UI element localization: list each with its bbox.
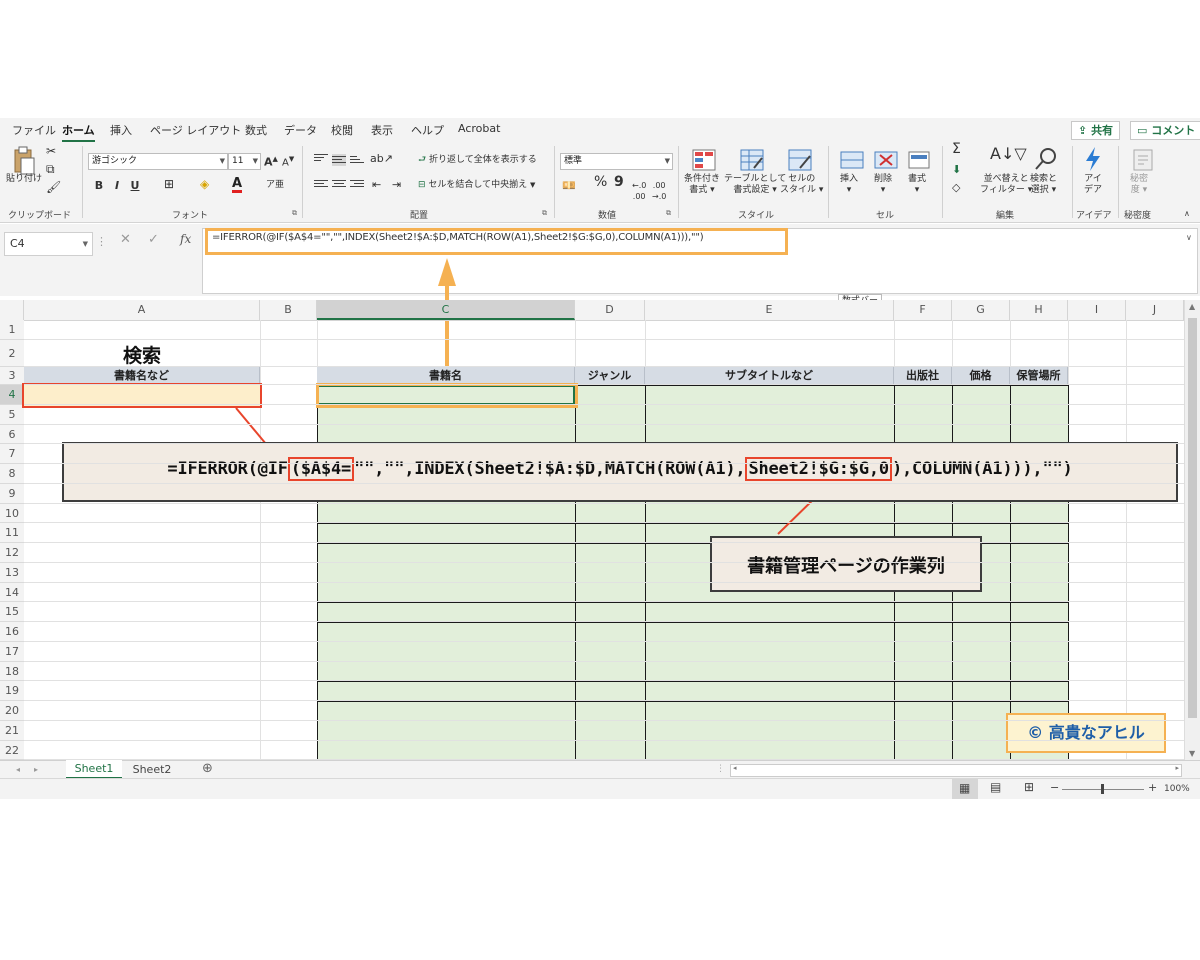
grid-line bbox=[24, 719, 1184, 721]
chevron-down-icon[interactable]: ▼ bbox=[1189, 749, 1195, 758]
grid-line bbox=[24, 581, 1184, 583]
grid-line bbox=[24, 339, 1184, 340]
zoom-slider-thumb[interactable] bbox=[1101, 784, 1104, 794]
grid-line bbox=[24, 621, 1184, 622]
note-text: 書籍管理ページの作業列 bbox=[747, 556, 945, 577]
horizontal-scrollbar[interactable]: ◂ ▸ bbox=[730, 764, 1182, 777]
scrollbar-thumb[interactable] bbox=[1188, 318, 1197, 718]
vertical-scrollbar[interactable]: ▲ ▼ bbox=[1184, 300, 1200, 760]
grid-line bbox=[24, 366, 1184, 367]
split-handle-icon[interactable]: ⋮ bbox=[716, 764, 725, 775]
grid-line bbox=[24, 463, 1184, 464]
grid-icon: ▦ bbox=[959, 781, 971, 795]
normal-view-button[interactable]: ▦ bbox=[952, 779, 978, 799]
status-bar: ▦ ▤ ⊞ − + 100% bbox=[0, 778, 1200, 799]
zoom-level[interactable]: 100% bbox=[1164, 784, 1190, 795]
zoom-in-icon[interactable]: + bbox=[1148, 782, 1157, 793]
grid-line bbox=[24, 640, 1184, 642]
grid-line bbox=[24, 759, 1184, 761]
zoom-out-icon[interactable]: − bbox=[1050, 782, 1059, 793]
grid-line bbox=[24, 561, 1184, 563]
grid-line bbox=[24, 384, 1184, 385]
page-layout-view-icon[interactable]: ▤ bbox=[990, 781, 1001, 793]
grid-line bbox=[24, 660, 1184, 662]
callout-a4-part: ($A$4= bbox=[287, 457, 355, 481]
grid-line bbox=[24, 542, 1184, 543]
grid-line bbox=[24, 482, 1184, 484]
sheet-tab-sheet2[interactable]: Sheet2 bbox=[126, 762, 178, 778]
grid-line bbox=[24, 502, 1184, 504]
add-sheet-icon[interactable]: ⊕ bbox=[202, 761, 213, 776]
chevron-right-icon[interactable]: ▸ bbox=[1175, 764, 1179, 772]
note-callout: 書籍管理ページの作業列 bbox=[710, 536, 982, 592]
callout-formula-text: =IFERROR(@IF ($A$4= "","",INDEX(Sheet2!$A:… bbox=[167, 457, 1073, 481]
grid-line bbox=[24, 443, 1184, 445]
grid-line bbox=[24, 601, 1184, 603]
prev-sheet-icon[interactable]: ◂ bbox=[16, 764, 20, 775]
grid-line bbox=[24, 522, 1184, 524]
grid-line bbox=[24, 403, 1184, 405]
sheet-tab-sheet1[interactable]: Sheet1 bbox=[66, 760, 122, 779]
page-break-view-icon[interactable]: ⊞ bbox=[1024, 781, 1034, 793]
chevron-left-icon[interactable]: ◂ bbox=[733, 764, 737, 772]
callout-sheet2-part: Sheet2!$G:$G,0 bbox=[745, 457, 892, 481]
sheet-tab-bar: ◂ ▸ Sheet1 Sheet2 ⊕ ⋮ ◂ ▸ bbox=[0, 760, 1200, 779]
grid-line bbox=[24, 700, 1184, 701]
grid-line bbox=[24, 739, 1184, 741]
grid-line bbox=[24, 680, 1184, 682]
chevron-up-icon[interactable]: ▲ bbox=[1189, 302, 1195, 311]
next-sheet-icon[interactable]: ▸ bbox=[34, 764, 38, 775]
grid-line bbox=[24, 423, 1184, 425]
formula-callout: =IFERROR(@IF ($A$4= "","",INDEX(Sheet2!$A:… bbox=[62, 442, 1178, 502]
